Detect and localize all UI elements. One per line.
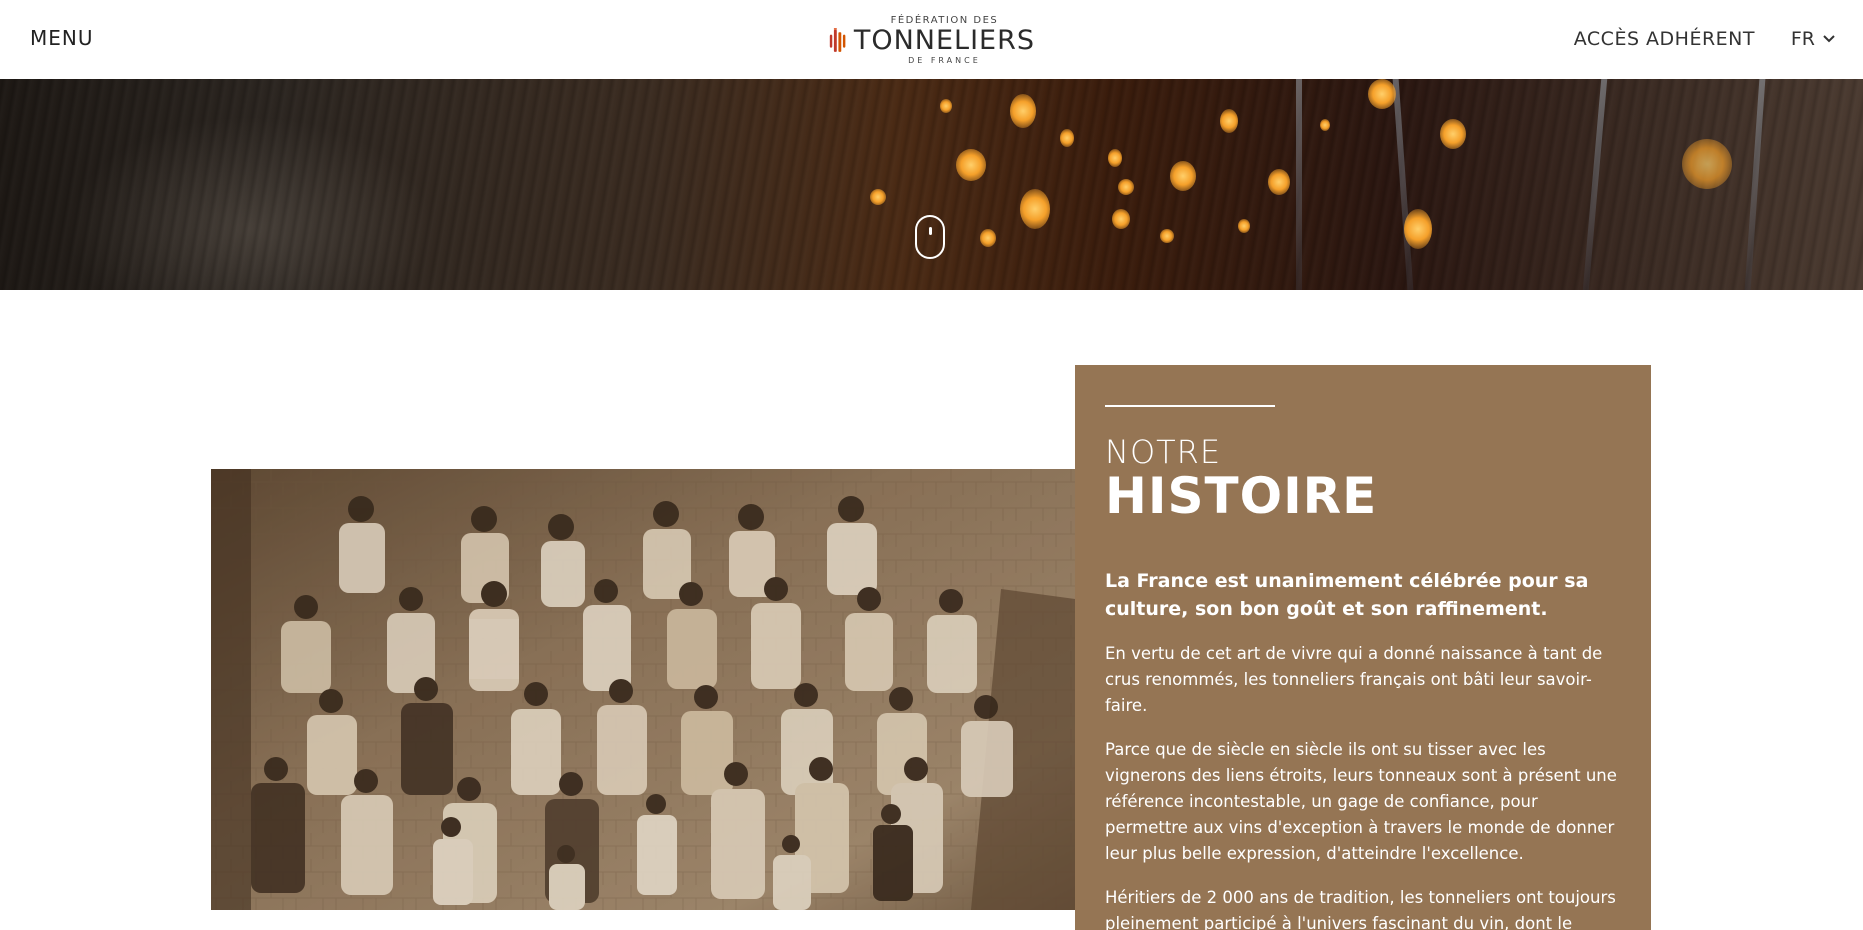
history-panel: NOTRE HISTOIRE La France est unanimement… [1075, 365, 1651, 930]
spark [940, 99, 952, 113]
section-eyebrow: NOTRE [1105, 433, 1222, 471]
spark [1118, 179, 1134, 195]
spark [1112, 209, 1130, 229]
spark [1170, 161, 1196, 191]
historic-coopers-photo [211, 469, 1075, 910]
spark [1160, 229, 1174, 243]
chevron-down-icon [1823, 35, 1835, 43]
spark [1682, 139, 1732, 189]
spark [1320, 119, 1330, 131]
language-selector[interactable]: FR [1791, 28, 1835, 50]
spark [980, 229, 996, 247]
spark [956, 149, 986, 181]
site-logo[interactable]: FÉDÉRATION DES TONNELIERS DE FRANCE [829, 8, 1035, 72]
spark [1368, 79, 1396, 109]
spark [870, 189, 886, 205]
spark [1220, 109, 1238, 133]
barrel-stave [1296, 79, 1302, 290]
logo-text: FÉDÉRATION DES TONNELIERS DE FRANCE [854, 15, 1035, 65]
spark [1440, 119, 1466, 149]
spark [1404, 209, 1432, 249]
mouse-scroll-icon[interactable] [915, 215, 945, 259]
language-label: FR [1790, 28, 1815, 50]
spark [1108, 149, 1122, 167]
spark [1238, 219, 1250, 233]
spark [1268, 169, 1290, 195]
spark [1060, 129, 1074, 147]
body-paragraph: Parce que de siècle en siècle ils ont su… [1105, 740, 1617, 863]
body-paragraph: Héritiers de 2 000 ans de tradition, les… [1105, 888, 1616, 930]
divider [1105, 405, 1275, 407]
lead-paragraph: La France est unanimement célébrée pour … [1105, 570, 1589, 620]
menu-button[interactable]: MENU [30, 26, 94, 50]
hero-banner [0, 79, 1863, 290]
sepia-group-photo [211, 469, 1075, 910]
barrel-staves-logo-icon [829, 28, 846, 52]
body-paragraph: En vertu de cet art de vivre qui a donné… [1105, 644, 1603, 715]
spark [1020, 189, 1050, 229]
site-header: MENU FÉDÉRATION DES TONNELIERS DE FRANCE… [0, 0, 1863, 79]
logo-tiny-line: DE FRANCE [908, 56, 981, 65]
member-access-link[interactable]: ACCÈS ADHÉRENT [1574, 28, 1755, 50]
logo-big-line: TONNELIERS [853, 25, 1035, 56]
spark [1010, 94, 1036, 128]
section-title: HISTOIRE [1105, 467, 1378, 525]
